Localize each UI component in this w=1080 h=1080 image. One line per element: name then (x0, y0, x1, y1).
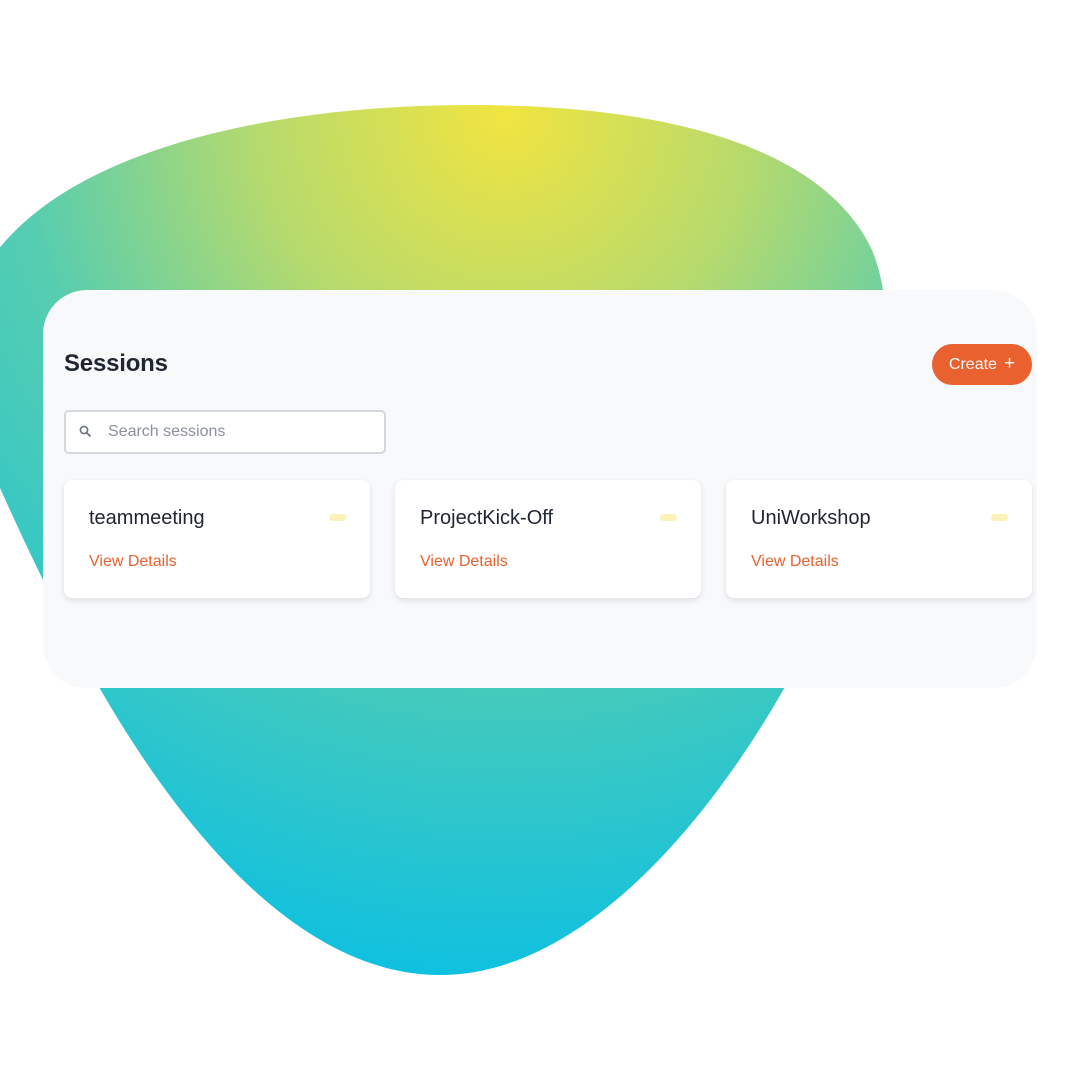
plus-icon: + (1003, 353, 1016, 374)
session-name: teammeeting (89, 507, 205, 529)
session-name: ProjectKick-Off (420, 507, 553, 529)
status-indicator (991, 514, 1008, 521)
status-indicator (329, 514, 346, 521)
create-button-label: Create (948, 355, 997, 373)
view-details-link[interactable]: View Details (420, 553, 508, 571)
session-list: teammeeting View Details ProjectKick-Off… (64, 480, 1032, 598)
search-icon (79, 425, 93, 439)
session-card: ProjectKick-Off View Details (395, 480, 701, 598)
search-input[interactable] (106, 422, 370, 442)
view-details-link[interactable]: View Details (89, 553, 177, 571)
sessions-panel: Sessions Create + teammeeting View Detai… (43, 290, 1037, 688)
status-indicator (660, 514, 677, 521)
view-details-link[interactable]: View Details (751, 553, 839, 571)
page-title: Sessions (64, 350, 168, 377)
session-card: UniWorkshop View Details (726, 480, 1032, 598)
session-name: UniWorkshop (751, 507, 871, 529)
stage: Sessions Create + teammeeting View Detai… (0, 0, 1080, 1080)
create-button[interactable]: Create + (932, 344, 1032, 385)
search-box[interactable] (64, 410, 386, 454)
session-card: teammeeting View Details (64, 480, 370, 598)
